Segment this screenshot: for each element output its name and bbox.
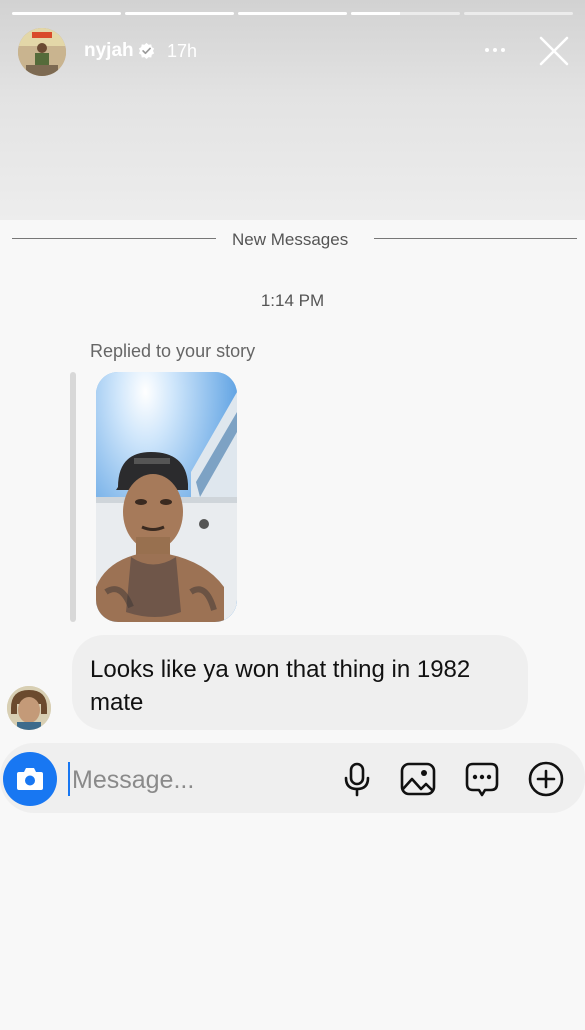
story-progress-bar bbox=[12, 12, 573, 15]
story-username[interactable]: nyjah bbox=[84, 40, 134, 62]
camera-icon bbox=[17, 768, 43, 790]
gallery-icon[interactable] bbox=[399, 760, 437, 798]
text-caret bbox=[68, 762, 70, 796]
new-messages-label: New Messages bbox=[232, 230, 349, 249]
story-progress-fill bbox=[125, 12, 234, 15]
story-avatar[interactable] bbox=[18, 28, 66, 76]
story-progress-segment bbox=[238, 12, 347, 15]
verified-badge-icon bbox=[138, 42, 155, 59]
message-timestamp: 1:14 PM bbox=[260, 291, 325, 310]
story-progress-fill bbox=[238, 12, 347, 15]
story-progress-fill bbox=[12, 12, 121, 15]
microphone-icon[interactable] bbox=[338, 760, 376, 798]
reply-quote-bar bbox=[70, 372, 76, 622]
message-bubble[interactable]: Looks like ya won that thing in 1982 mat… bbox=[72, 635, 528, 730]
story-progress-segment bbox=[464, 12, 573, 15]
camera-button[interactable] bbox=[3, 752, 57, 806]
divider-line-right bbox=[374, 238, 577, 239]
message-input[interactable] bbox=[72, 760, 322, 800]
story-header: nyjah 17h bbox=[0, 0, 585, 220]
story-reply-thumbnail[interactable] bbox=[96, 372, 237, 622]
story-progress-segment bbox=[125, 12, 234, 15]
add-icon[interactable] bbox=[527, 760, 565, 798]
story-progress-segment bbox=[351, 12, 460, 15]
more-horizontal-icon[interactable] bbox=[482, 37, 508, 63]
sticker-icon[interactable] bbox=[463, 760, 501, 798]
divider-line-left bbox=[12, 238, 216, 239]
story-time: 17h bbox=[167, 41, 198, 61]
story-progress-fill bbox=[351, 12, 401, 15]
sender-avatar[interactable] bbox=[7, 686, 51, 730]
close-icon[interactable] bbox=[537, 34, 571, 68]
story-progress-segment bbox=[12, 12, 121, 15]
reply-context-label: Replied to your story bbox=[90, 341, 256, 361]
